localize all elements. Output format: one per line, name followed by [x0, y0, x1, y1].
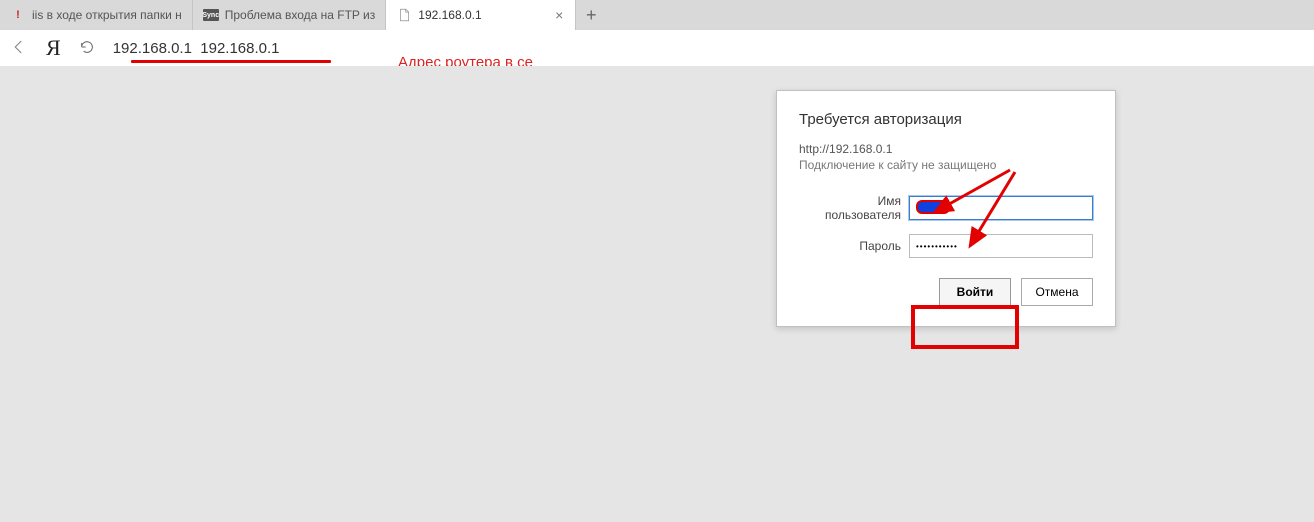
auth-url: http://192.168.0.1	[799, 142, 1093, 156]
auth-warning: Подключение к сайту не защищено	[799, 158, 1093, 172]
document-icon	[396, 7, 412, 23]
tab-label: 192.168.0.1	[418, 8, 547, 22]
tab-label: iis в ходе открытия папки н	[32, 8, 182, 22]
auth-dialog: Требуется авторизация http://192.168.0.1…	[776, 90, 1116, 327]
annotation-underline	[131, 60, 331, 63]
username-label: Имя пользователя	[799, 194, 901, 222]
auth-buttons: Войти Отмена	[799, 278, 1093, 306]
page-content: Требуется авторизация http://192.168.0.1…	[0, 66, 1314, 522]
new-tab-button[interactable]: +	[576, 0, 606, 30]
username-row: Имя пользователя	[799, 194, 1093, 222]
cancel-button[interactable]: Отмена	[1021, 278, 1093, 306]
login-button[interactable]: Войти	[939, 278, 1011, 306]
tab-ftp[interactable]: Sync Проблема входа на FTP из	[193, 0, 387, 30]
password-row: Пароль	[799, 234, 1093, 258]
tab-strip: ! iis в ходе открытия папки н Sync Пробл…	[0, 0, 1314, 30]
tab-router[interactable]: 192.168.0.1 ×	[386, 0, 576, 30]
redacted-username	[916, 200, 950, 214]
exclaim-icon: !	[10, 7, 26, 23]
tab-label: Проблема входа на FTP из	[225, 8, 376, 22]
password-label: Пароль	[799, 239, 901, 253]
tab-iis[interactable]: ! iis в ходе открытия папки н	[0, 0, 193, 30]
yandex-logo[interactable]: Я	[46, 35, 61, 61]
reload-button[interactable]	[79, 39, 95, 58]
address-bar: Я 192.168.0.1 192.168.0.1 Адрес роутера …	[0, 30, 1314, 66]
address-text[interactable]: 192.168.0.1 192.168.0.1	[113, 40, 280, 57]
sync-icon: Sync	[203, 9, 219, 21]
username-input[interactable]	[909, 196, 1093, 220]
back-button[interactable]	[10, 38, 28, 59]
auth-title: Требуется авторизация	[799, 111, 1093, 128]
close-icon[interactable]: ×	[553, 8, 565, 22]
password-input[interactable]	[909, 234, 1093, 258]
